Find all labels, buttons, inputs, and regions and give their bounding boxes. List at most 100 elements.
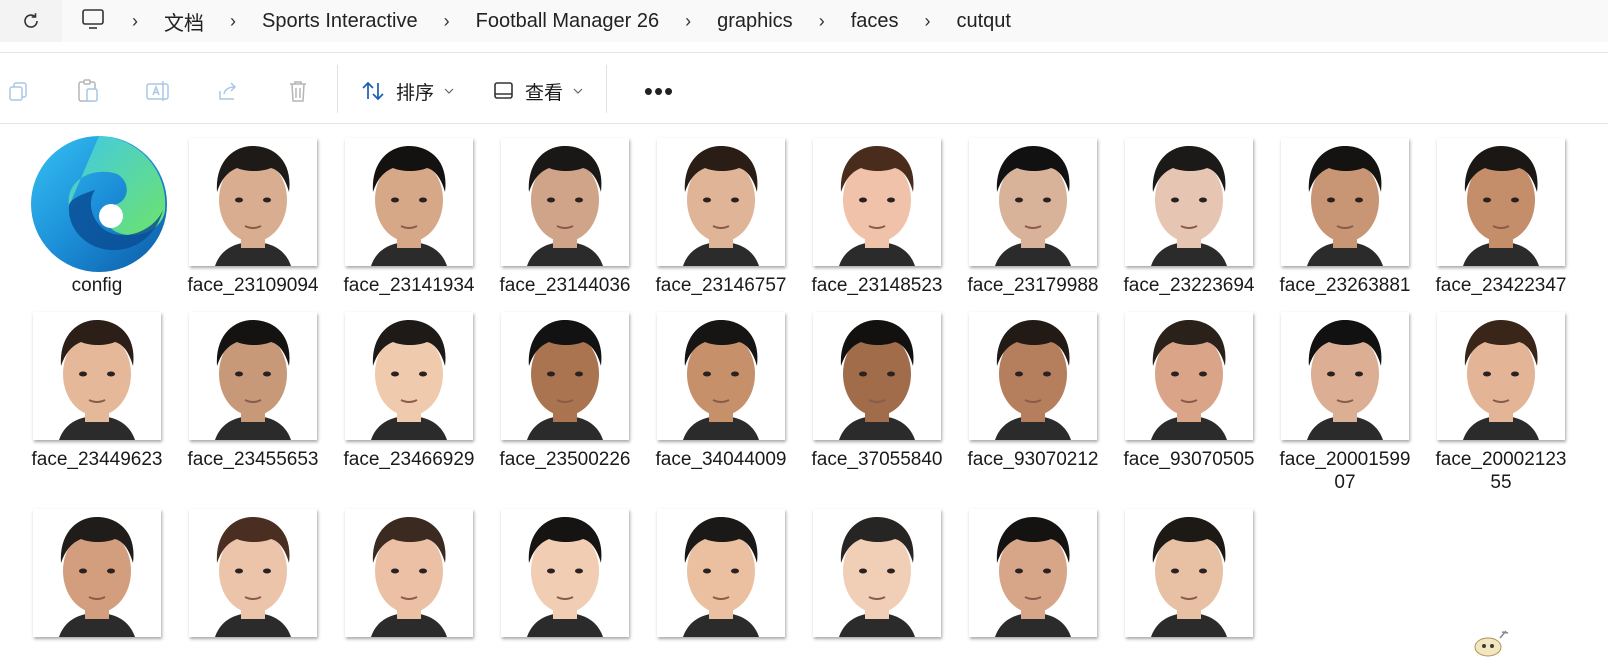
face-thumbnail bbox=[501, 312, 629, 440]
file-item[interactable]: face_23500226 bbox=[499, 312, 657, 470]
delete-button[interactable] bbox=[280, 73, 316, 109]
rename-button[interactable] bbox=[140, 73, 176, 109]
share-button[interactable] bbox=[210, 73, 246, 109]
file-item[interactable]: face_23109094 bbox=[187, 138, 345, 296]
face-thumbnail bbox=[1437, 312, 1565, 440]
file-item[interactable]: face_23263881 bbox=[1279, 138, 1437, 296]
file-item[interactable]: face_23223694 bbox=[1123, 138, 1281, 296]
face-thumbnail bbox=[1281, 138, 1409, 266]
chevron-right-icon[interactable]: › bbox=[819, 11, 825, 32]
face-thumbnail bbox=[33, 312, 161, 440]
file-item[interactable]: face_23148523 bbox=[811, 138, 969, 296]
breadcrumb-item-documents[interactable]: 文档 bbox=[164, 7, 204, 36]
breadcrumb-item-faces[interactable]: faces bbox=[851, 10, 899, 33]
copy-icon bbox=[9, 82, 27, 101]
file-item[interactable]: face_23141934 bbox=[343, 138, 501, 296]
this-pc-icon[interactable] bbox=[80, 7, 106, 36]
chevron-right-icon[interactable]: › bbox=[132, 11, 138, 32]
paste-button[interactable] bbox=[70, 73, 106, 109]
file-name-label: face_23263881 bbox=[1279, 275, 1411, 296]
edge-icon bbox=[29, 134, 169, 274]
face-thumbnail bbox=[189, 312, 317, 440]
face-thumbnail bbox=[501, 138, 629, 266]
file-item[interactable] bbox=[345, 509, 501, 659]
file-name-label: face_23144036 bbox=[499, 275, 631, 296]
file-name-label: face_23449623 bbox=[31, 449, 163, 470]
command-bar: 排序 查看 ••• bbox=[0, 55, 1608, 124]
file-item[interactable] bbox=[33, 509, 189, 659]
file-name-label: face_23455653 bbox=[187, 449, 319, 470]
face-thumbnail bbox=[657, 312, 785, 440]
file-item[interactable]: face_23466929 bbox=[343, 312, 501, 470]
face-thumbnail bbox=[345, 312, 473, 440]
breadcrumb-item-sports-interactive[interactable]: Sports Interactive bbox=[262, 10, 418, 33]
refresh-button[interactable] bbox=[0, 0, 62, 42]
file-item[interactable] bbox=[1125, 509, 1281, 659]
file-item[interactable]: face_23449623 bbox=[31, 312, 189, 470]
file-item[interactable]: face_93070212 bbox=[967, 312, 1125, 470]
chevron-down-icon bbox=[444, 88, 454, 94]
file-name-label: face_23500226 bbox=[499, 449, 631, 470]
more-options-button[interactable]: ••• bbox=[628, 73, 690, 109]
view-label: 查看 bbox=[525, 82, 564, 104]
view-icon bbox=[494, 82, 513, 99]
rename-icon bbox=[146, 81, 169, 101]
file-item[interactable] bbox=[657, 509, 813, 659]
paste-icon bbox=[78, 79, 98, 102]
face-thumbnail bbox=[813, 138, 941, 266]
file-item[interactable] bbox=[189, 509, 345, 659]
chevron-right-icon[interactable]: › bbox=[925, 11, 931, 32]
file-item[interactable]: face_23146757 bbox=[655, 138, 813, 296]
face-thumbnail bbox=[1125, 509, 1253, 637]
breadcrumb-item-graphics[interactable]: graphics bbox=[717, 10, 793, 33]
face-thumbnail bbox=[1437, 138, 1565, 266]
breadcrumb[interactable]: › 文档 › Sports Interactive › Football Man… bbox=[62, 0, 1608, 42]
file-item[interactable] bbox=[813, 509, 969, 659]
sort-button[interactable]: 排序 bbox=[360, 73, 454, 109]
file-item[interactable]: face_23422347 bbox=[1435, 138, 1593, 296]
face-thumbnail bbox=[345, 138, 473, 266]
face-thumbnail bbox=[969, 138, 1097, 266]
file-item[interactable]: config bbox=[31, 136, 189, 296]
face-thumbnail bbox=[1125, 312, 1253, 440]
refresh-icon bbox=[24, 13, 38, 28]
file-item[interactable]: face_2000212355 bbox=[1435, 312, 1593, 493]
file-name-label: face_34044009 bbox=[655, 449, 787, 470]
face-thumbnail bbox=[969, 312, 1097, 440]
file-item[interactable]: face_23455653 bbox=[187, 312, 345, 470]
file-item[interactable] bbox=[969, 509, 1125, 659]
file-name-label: face_23148523 bbox=[811, 275, 943, 296]
chevron-right-icon[interactable]: › bbox=[230, 11, 236, 32]
sort-icon bbox=[362, 81, 384, 101]
file-name-label: face_23422347 bbox=[1435, 275, 1567, 296]
face-thumbnail bbox=[657, 509, 785, 637]
file-name-label: config bbox=[71, 275, 123, 296]
file-name-label: face_23109094 bbox=[187, 275, 319, 296]
file-name-label: face_2000159907 bbox=[1279, 449, 1411, 493]
face-thumbnail bbox=[1281, 312, 1409, 440]
face-thumbnail bbox=[33, 509, 161, 637]
file-item[interactable]: face_93070505 bbox=[1123, 312, 1281, 470]
file-name-label: face_37055840 bbox=[811, 449, 943, 470]
breadcrumb-item-cutqut[interactable]: cutqut bbox=[957, 10, 1011, 33]
copy-button[interactable] bbox=[0, 73, 36, 109]
file-name-label: face_93070212 bbox=[967, 449, 1099, 470]
sort-label: 排序 bbox=[396, 82, 435, 104]
file-name-label: face_2000212355 bbox=[1435, 449, 1567, 493]
file-name-label: face_23179988 bbox=[967, 275, 1099, 296]
assistant-icon[interactable] bbox=[1472, 628, 1510, 658]
file-item[interactable] bbox=[501, 509, 657, 659]
file-item[interactable]: face_37055840 bbox=[811, 312, 969, 470]
file-item[interactable]: face_23144036 bbox=[499, 138, 657, 296]
view-button[interactable]: 查看 bbox=[493, 73, 583, 109]
face-thumbnail bbox=[189, 509, 317, 637]
file-item[interactable]: face_23179988 bbox=[967, 138, 1125, 296]
breadcrumb-item-football-manager[interactable]: Football Manager 26 bbox=[476, 10, 659, 33]
face-thumbnail bbox=[657, 138, 785, 266]
chevron-right-icon[interactable]: › bbox=[685, 11, 691, 32]
face-thumbnail bbox=[345, 509, 473, 637]
chevron-right-icon[interactable]: › bbox=[444, 11, 450, 32]
file-name-label: face_23223694 bbox=[1123, 275, 1255, 296]
file-item[interactable]: face_34044009 bbox=[655, 312, 813, 470]
file-item[interactable]: face_2000159907 bbox=[1279, 312, 1437, 493]
